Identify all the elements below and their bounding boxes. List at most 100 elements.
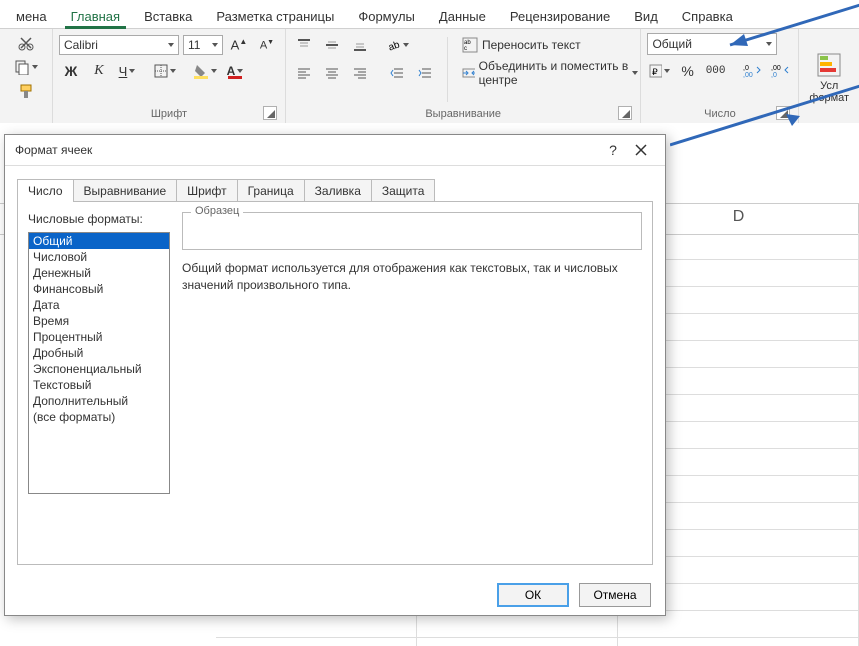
dialog-tabs: Число Выравнивание Шрифт Граница Заливка… — [17, 178, 665, 201]
tab-unknown-left[interactable]: мена — [4, 3, 59, 28]
number-formats-label: Числовые форматы: — [28, 212, 170, 226]
number-format-dropdown[interactable]: Общий — [647, 33, 777, 55]
italic-button[interactable]: К — [87, 61, 111, 81]
cond-format-label-2: формат — [809, 92, 849, 104]
decrease-decimal-icon[interactable]: ,00,0 — [768, 61, 792, 81]
wrap-text-button[interactable]: abc Переносить текст — [458, 33, 642, 57]
group-alignment: ab abc Переносить текст — [286, 29, 641, 123]
align-right-icon[interactable] — [348, 63, 372, 83]
dialog-page: Числовые форматы: Общий Числовой Денежны… — [17, 201, 653, 565]
svg-text:,00: ,00 — [743, 72, 753, 78]
font-group-launcher[interactable] — [263, 106, 277, 120]
underline-button[interactable]: Ч — [115, 61, 139, 81]
number-format-value: Общий — [652, 37, 692, 51]
dialog-titlebar[interactable]: Формат ячеек ? — [5, 135, 665, 166]
chevron-down-icon — [212, 43, 218, 47]
number-formats-listbox[interactable]: Общий Числовой Денежный Финансовый Дата … — [28, 232, 170, 494]
align-center-icon[interactable] — [320, 63, 344, 83]
format-category-panel: Числовые форматы: Общий Числовой Денежны… — [28, 212, 170, 554]
percent-format-icon[interactable]: % — [676, 61, 700, 81]
format-hint-text: Общий формат используется для отображени… — [182, 260, 642, 294]
align-middle-icon[interactable] — [320, 35, 344, 55]
ribbon-body: Calibri 11 A▲ A▼ Ж К Ч — [0, 29, 859, 124]
group-number: Общий ₽ % 000 ,0,00 ,00,0 Число — [641, 29, 799, 123]
orientation-icon[interactable]: ab — [385, 35, 411, 55]
chevron-down-icon — [168, 43, 174, 47]
svg-text:c: c — [464, 46, 467, 52]
font-color-icon[interactable]: A — [223, 61, 247, 81]
svg-text:,00: ,00 — [771, 65, 781, 72]
group-clipboard — [0, 29, 53, 123]
list-item[interactable]: Дробный — [29, 345, 169, 361]
group-font-label: Шрифт — [151, 108, 187, 120]
number-group-launcher[interactable] — [776, 106, 790, 120]
cut-icon[interactable] — [6, 33, 46, 53]
list-item[interactable]: Текстовый — [29, 377, 169, 393]
dialog-tab-number[interactable]: Число — [17, 179, 74, 202]
tab-page-layout[interactable]: Разметка страницы — [204, 3, 346, 28]
dialog-help-button[interactable]: ? — [599, 136, 627, 164]
tab-data[interactable]: Данные — [427, 3, 498, 28]
chevron-down-icon — [766, 42, 772, 46]
list-item[interactable]: Дополнительный — [29, 393, 169, 409]
copy-icon[interactable] — [6, 57, 46, 77]
group-styles-partial: Усл формат — [799, 29, 859, 123]
decrease-indent-icon[interactable] — [385, 63, 409, 83]
ribbon-tabs: мена Главная Вставка Разметка страницы Ф… — [0, 0, 859, 29]
list-item[interactable]: Денежный — [29, 265, 169, 281]
increase-font-icon[interactable]: A▲ — [227, 35, 251, 55]
font-name-value: Calibri — [64, 38, 98, 52]
format-painter-icon[interactable] — [6, 81, 46, 101]
borders-icon[interactable] — [152, 61, 178, 81]
align-top-icon[interactable] — [292, 35, 316, 55]
font-size-value: 11 — [188, 38, 200, 52]
list-item[interactable]: Финансовый — [29, 281, 169, 297]
dialog-tab-font[interactable]: Шрифт — [176, 179, 237, 202]
tab-help[interactable]: Справка — [670, 3, 745, 28]
svg-text:,0: ,0 — [771, 72, 777, 78]
group-font: Calibri 11 A▲ A▼ Ж К Ч — [53, 29, 286, 123]
alignment-group-launcher[interactable] — [618, 106, 632, 120]
format-preview-panel: Образец Общий формат используется для от… — [182, 212, 642, 554]
list-item[interactable]: Время — [29, 313, 169, 329]
align-left-icon[interactable] — [292, 63, 316, 83]
tab-insert[interactable]: Вставка — [132, 3, 204, 28]
bold-button[interactable]: Ж — [59, 61, 83, 81]
ok-button[interactable]: ОК — [497, 583, 569, 607]
list-item[interactable]: (все форматы) — [29, 409, 169, 425]
list-item[interactable]: Общий — [29, 233, 169, 249]
cond-format-label-1: Усл — [820, 80, 838, 92]
svg-text:,0: ,0 — [743, 65, 749, 72]
tab-view[interactable]: Вид — [622, 3, 670, 28]
merge-center-button[interactable]: Объединить и поместить в центре — [458, 61, 642, 85]
comma-format-icon[interactable]: 000 — [704, 61, 728, 81]
sample-box: Образец — [182, 212, 642, 250]
dialog-tab-alignment[interactable]: Выравнивание — [73, 179, 178, 202]
svg-text:ab: ab — [387, 39, 401, 52]
list-item[interactable]: Числовой — [29, 249, 169, 265]
dialog-tab-border[interactable]: Граница — [237, 179, 305, 202]
font-size-dropdown[interactable]: 11 — [183, 35, 223, 55]
tab-home[interactable]: Главная — [59, 3, 132, 28]
align-bottom-icon[interactable] — [348, 35, 372, 55]
cancel-button[interactable]: Отмена — [579, 583, 651, 607]
decrease-font-icon[interactable]: A▼ — [255, 35, 279, 55]
group-number-label: Число — [704, 108, 736, 120]
increase-indent-icon[interactable] — [413, 63, 437, 83]
fill-color-icon[interactable] — [191, 61, 219, 81]
conditional-formatting-icon[interactable] — [816, 52, 842, 78]
list-item[interactable]: Процентный — [29, 329, 169, 345]
dialog-close-button[interactable] — [627, 136, 655, 164]
tab-review[interactable]: Рецензирование — [498, 3, 622, 28]
dialog-tab-fill[interactable]: Заливка — [304, 179, 372, 202]
list-item[interactable]: Дата — [29, 297, 169, 313]
tab-formulas[interactable]: Формулы — [346, 3, 427, 28]
dialog-tab-protection[interactable]: Защита — [371, 179, 436, 202]
accounting-format-icon[interactable]: ₽ — [647, 61, 671, 81]
font-name-dropdown[interactable]: Calibri — [59, 35, 179, 55]
wrap-text-label: Переносить текст — [482, 38, 581, 52]
close-icon — [635, 144, 647, 156]
list-item[interactable]: Экспоненциальный — [29, 361, 169, 377]
format-cells-dialog: Формат ячеек ? Число Выравнивание Шрифт … — [4, 134, 666, 616]
increase-decimal-icon[interactable]: ,0,00 — [740, 61, 764, 81]
